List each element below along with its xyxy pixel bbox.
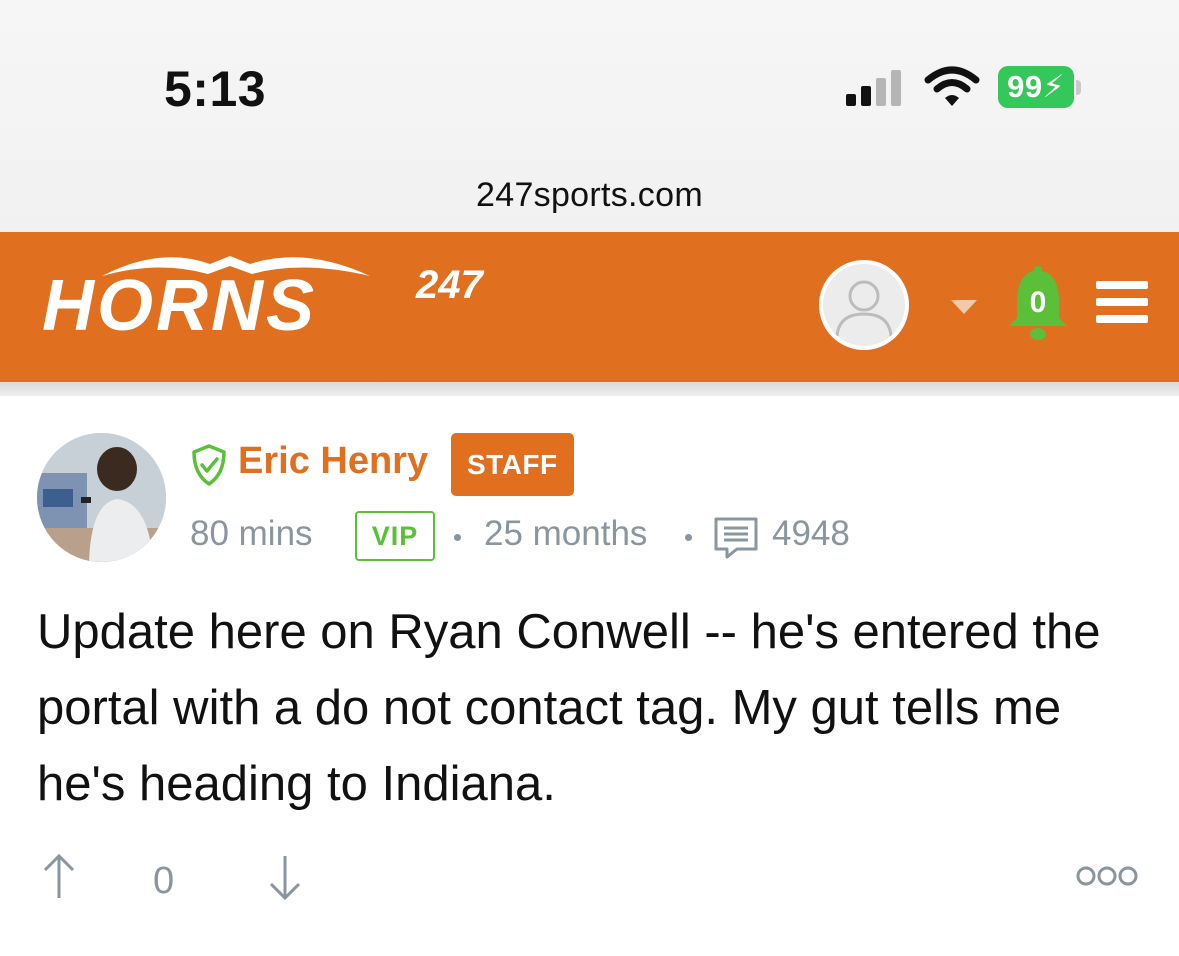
- author-photo: [37, 433, 166, 562]
- comment-icon: [714, 517, 758, 559]
- battery-nub: [1076, 80, 1081, 95]
- status-time: 5:13: [164, 61, 267, 117]
- arrow-down-icon[interactable]: [268, 852, 302, 902]
- post-time: 80 mins: [190, 514, 313, 553]
- user-avatar-icon: [835, 280, 893, 337]
- post-count: 4948: [772, 514, 850, 553]
- battery-indicator: 99 ⚡: [998, 66, 1074, 108]
- header-divider: [0, 382, 1179, 396]
- profile-button[interactable]: [819, 260, 909, 350]
- hamburger-menu-icon[interactable]: [1096, 281, 1148, 323]
- logo-suffix: 247: [415, 263, 484, 307]
- vip-badge: VIP: [355, 511, 435, 561]
- member-tenure: 25 months: [484, 514, 648, 553]
- author-avatar[interactable]: [37, 433, 166, 562]
- shield-check-icon: [192, 444, 226, 486]
- vote-count: 0: [153, 860, 175, 902]
- separator-dot: [685, 534, 692, 541]
- horns247-logo[interactable]: HORNS 247: [40, 246, 550, 346]
- cellular-signal-icon: [846, 70, 901, 106]
- arrow-up-icon[interactable]: [42, 852, 76, 902]
- wifi-icon: [924, 66, 980, 106]
- battery-level: 99: [1007, 69, 1043, 104]
- staff-badge: STAFF: [451, 433, 574, 496]
- notification-count: 0: [1029, 286, 1047, 319]
- more-options-icon[interactable]: [1076, 865, 1138, 887]
- chevron-down-icon[interactable]: [951, 300, 977, 314]
- charging-icon: ⚡: [1042, 69, 1065, 104]
- active-tab-indicator: [352, 378, 536, 382]
- author-name[interactable]: Eric Henry: [238, 440, 428, 483]
- separator-dot: [454, 534, 461, 541]
- url-bar[interactable]: 247sports.com: [0, 176, 1179, 215]
- browser-top-bar: 5:13 99 ⚡ 247sports.com: [0, 0, 1179, 232]
- logo-text: HORNS: [42, 266, 317, 346]
- post-body: Update here on Ryan Conwell -- he's ente…: [37, 605, 1101, 811]
